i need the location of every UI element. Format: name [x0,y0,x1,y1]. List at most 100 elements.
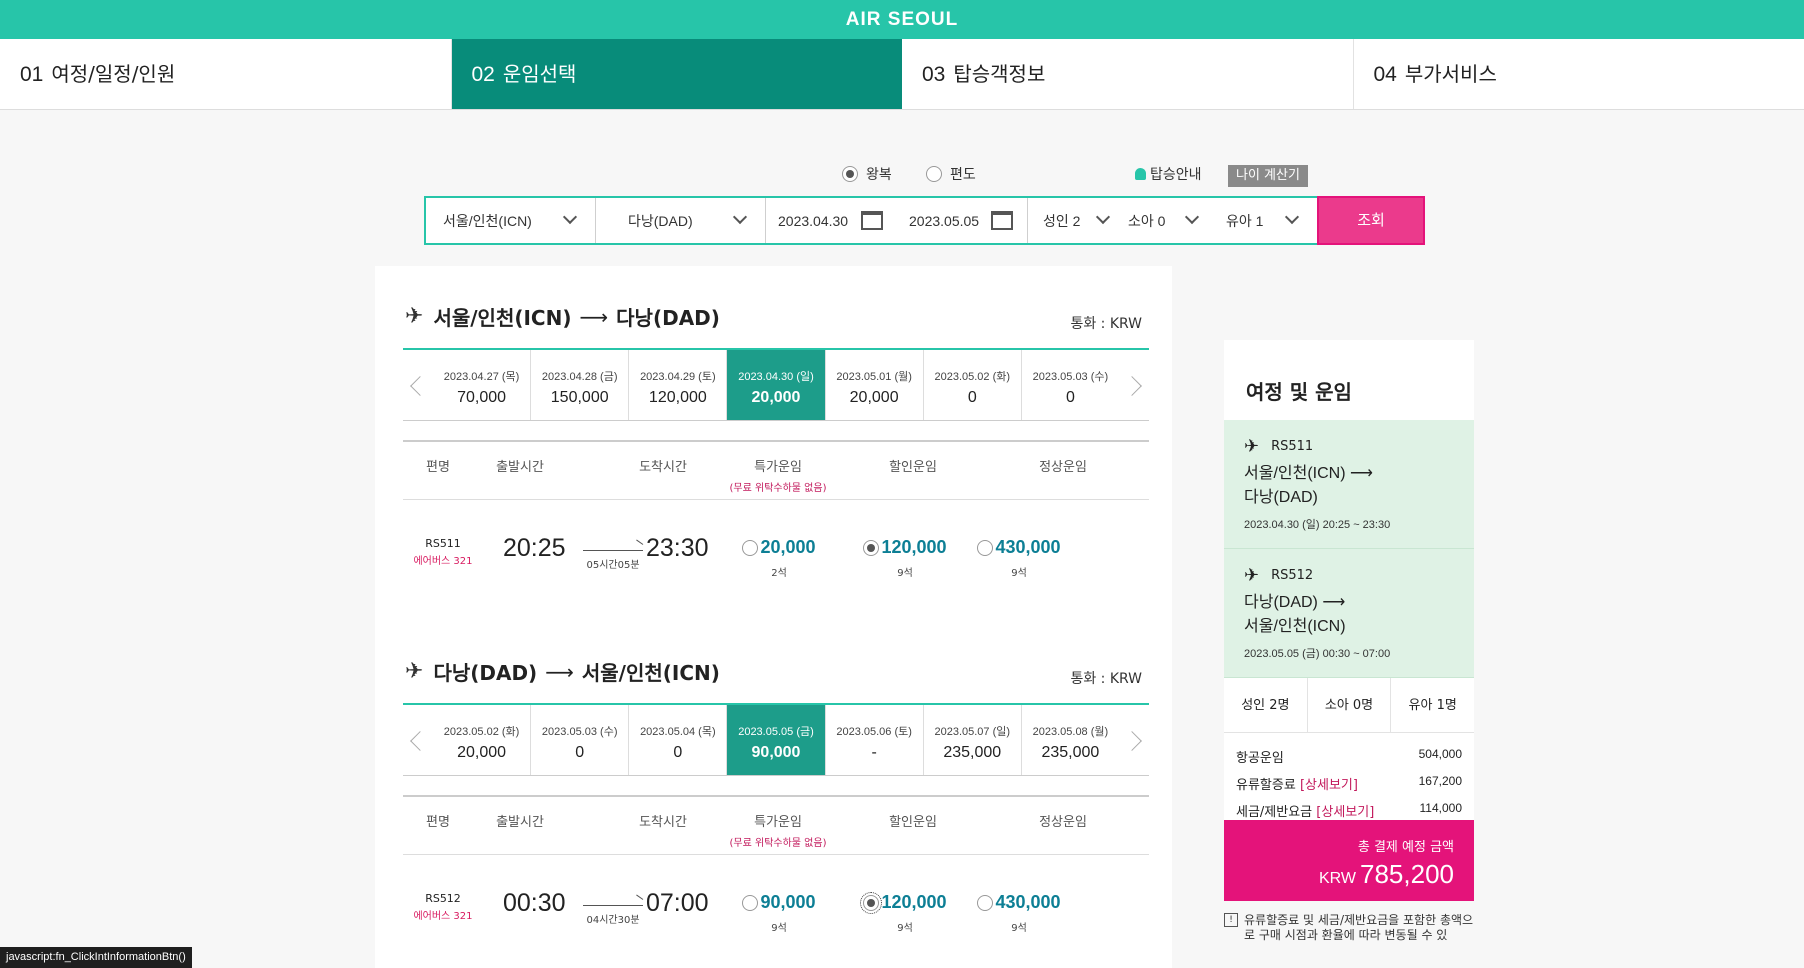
header-arrival: 도착시간 [639,460,687,475]
radio-selected-icon[interactable] [860,891,883,914]
leg-flight-number: RS511 [1271,439,1314,454]
next-date-arrow-icon[interactable] [1119,705,1149,778]
inbound-dates: 2023.05.02 (화) 20,000 2023.05.03 (수) 0 2023.… [433,705,1119,775]
destination-select[interactable]: 다낭(DAD) [596,198,766,243]
arrow-right-icon: ⟶ [579,304,609,329]
radio-selected-icon[interactable] [863,539,880,556]
prev-date-arrow-icon[interactable] [403,705,433,778]
lowest-fare: 20,000 [849,389,899,406]
lowest-fare: 0 [575,744,585,761]
normal-fare-option[interactable]: 430,000 9석 [959,892,1079,934]
leg-time: 2023.05.05 (금) 00:30 ~ 07:00 [1244,648,1391,660]
outbound-to: 다낭(DAD) [616,306,720,330]
date-fare-cell[interactable]: 2023.05.05 (금) 90,000 [726,705,825,775]
date-fare-cell[interactable]: 2023.05.02 (화) 20,000 [433,705,530,775]
aircraft-type: 에어버스 321 [413,556,473,567]
departure-time: 20:25 [503,534,566,562]
discount-fare-option[interactable]: 120,000 9석 [845,537,965,579]
adult-count-value: 성인 2 [1043,212,1081,229]
date-fare-cell[interactable]: 2023.05.06 (토) - [824,705,923,775]
summary-title: 여정 및 운임 [1224,340,1474,420]
outbound-table-header: 편명 출발시간 도착시간 특가운임 (무료 위탁수하물 없음) 할인운임 정상운임 [403,440,1149,500]
date-label: 2023.04.27 (목) [443,371,520,383]
tax-detail-link[interactable]: [상세보기] [1316,805,1374,820]
price-notice: ! 유류할증료 및 세금/제반요금을 포함한 총액으로 구매 시점과 환율에 따… [1224,913,1474,943]
chevron-down-icon [1095,209,1111,225]
infant-count: 유아 1명 [1408,698,1457,713]
origin-select[interactable]: 서울/인천(ICN) [426,198,596,243]
step-number: 02 [471,63,495,86]
header-discount-fare: 할인운임 [889,815,937,830]
cost-label: 항공운임 [1236,751,1284,766]
header-discount-fare: 할인운임 [889,460,937,475]
step-3-passenger-info[interactable]: 03 탑승객정보 [902,39,1354,109]
depart-date-field[interactable]: 2023.04.30 [766,198,897,243]
radio-icon[interactable] [977,539,994,556]
lowest-fare: 235,000 [1041,744,1100,761]
cost-label: 세금/제반요금 [1236,805,1313,820]
date-fare-cell[interactable]: 2023.05.08 (월) 235,000 [1020,705,1119,775]
special-fare-price: 20,000 [760,537,816,557]
next-date-arrow-icon[interactable] [1119,350,1149,423]
header-arrival: 도착시간 [639,815,687,830]
outbound-dates: 2023.04.27 (목) 70,000 2023.04.28 (금) 150,00… [433,350,1119,420]
return-date-field[interactable]: 2023.05.05 [897,198,1028,243]
date-fare-cell[interactable]: 2023.05.04 (목) 0 [628,705,726,775]
inbound-route-title: ✈ 다낭(DAD) ⟶ 서울/인천(ICN) [405,657,720,686]
cost-breakdown: 항공운임 504,000 유류할증료 [상세보기] 167,200 세금/제반요금 … [1224,733,1474,820]
step-label: 부가서비스 [1404,62,1497,86]
radio-icon[interactable] [742,894,759,911]
one-way-radio[interactable]: 편도 [926,164,976,184]
special-fare-label: 특가운임 [754,460,802,475]
date-label: 2023.05.07 (일) [934,726,1011,738]
date-fare-cell[interactable]: 2023.05.03 (수) 0 [1020,350,1119,420]
discount-fare-option[interactable]: 120,000 9석 [845,891,965,934]
radio-icon[interactable] [977,894,994,911]
passenger-counts: 성인 2명 소아 0명 유아 1명 [1224,678,1474,733]
inbound-table-header: 편명 출발시간 도착시간 특가운임 (무료 위탁수하물 없음) 할인운임 정상운임 [403,795,1149,855]
special-fare-price: 90,000 [760,892,816,912]
radio-icon[interactable] [926,166,942,182]
step-4-extras[interactable]: 04 부가서비스 [1354,39,1804,109]
special-fare-option[interactable]: 90,000 9석 [719,892,839,934]
date-fare-cell[interactable]: 2023.04.29 (토) 120,000 [628,350,726,420]
special-fare-option[interactable]: 20,000 2석 [719,537,839,579]
date-fare-cell[interactable]: 2023.04.28 (금) 150,000 [530,350,628,420]
arrow-right-icon: ⟶ [545,659,574,684]
adult-count-select[interactable]: 성인 2 [1028,198,1116,243]
round-trip-radio[interactable]: 왕복 [842,164,892,184]
date-fare-cell[interactable]: 2023.04.30 (일) 20,000 [726,350,825,420]
calendar-check-icon[interactable] [991,211,1013,230]
landing-icon: ✈ [405,659,424,684]
calendar-icon[interactable] [861,211,883,230]
boarding-info-link[interactable]: 탑승안내 [1135,164,1202,184]
date-fare-cell[interactable]: 2023.04.27 (목) 70,000 [433,350,530,420]
date-label: 2023.05.05 (금) [738,726,814,738]
date-fare-cell[interactable]: 2023.05.01 (월) 20,000 [824,350,923,420]
header-special-fare: 특가운임 (무료 위탁수하물 없음) [713,811,843,849]
discount-fare-price: 120,000 [881,537,947,557]
date-fare-cell[interactable]: 2023.05.02 (화) 0 [922,350,1021,420]
lowest-fare: 235,000 [943,744,1002,761]
radio-selected-icon[interactable] [842,166,858,182]
fare-panel: ✈ 서울/인천(ICN) ⟶ 다낭(DAD) 통화 : KRW 2023.04.… [375,266,1172,968]
age-calculator-button[interactable]: 나이 계산기 [1228,165,1308,187]
adult-count: 성인 2명 [1224,678,1308,732]
outbound-route-title: ✈ 서울/인천(ICN) ⟶ 다낭(DAD) [405,302,720,331]
prev-date-arrow-icon[interactable] [403,350,433,423]
special-fare-label: 특가운임 [754,815,802,830]
normal-fare-option[interactable]: 430,000 9석 [959,537,1079,579]
child-count-select[interactable]: 소아 0 [1116,198,1211,243]
radio-icon[interactable] [742,539,759,556]
step-1-itinerary[interactable]: 01 여정/일정/인원 [0,39,452,109]
date-fare-cell[interactable]: 2023.05.07 (일) 235,000 [922,705,1021,775]
flight-duration: 05시간05분 [583,541,643,571]
infant-count-select[interactable]: 유아 1 [1211,198,1311,243]
search-button[interactable]: 조회 [1317,196,1425,245]
outbound-from: 서울/인천(ICN) [433,306,572,330]
air-seoul-logo[interactable]: AIR SEOUL [846,9,958,30]
flight-number: RS511 에어버스 321 [403,537,483,567]
step-2-fare-select[interactable]: 02 운임선택 [451,39,902,109]
fuel-detail-link[interactable]: [상세보기] [1300,778,1358,793]
date-fare-cell[interactable]: 2023.05.03 (수) 0 [530,705,628,775]
